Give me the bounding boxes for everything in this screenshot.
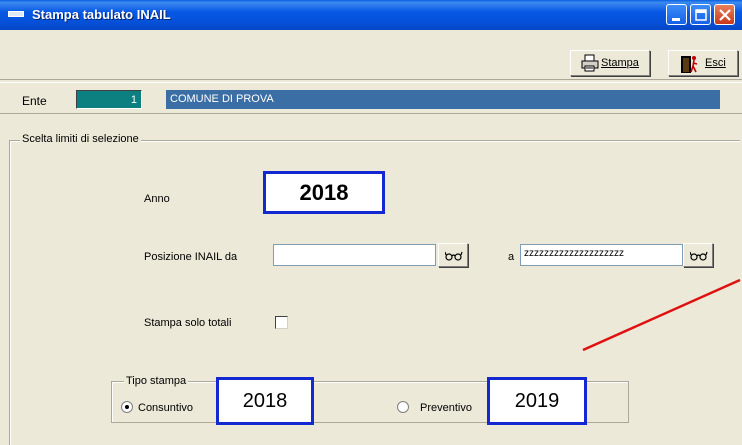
stampa-solo-totali-label: Stampa solo totali <box>144 317 232 329</box>
app-icon <box>8 11 24 17</box>
esci-button[interactable]: Esci <box>668 50 738 76</box>
selection-group-label: Scelta limiti di selezione <box>20 133 141 145</box>
stampa-solo-totali-checkbox[interactable] <box>275 316 288 329</box>
maximize-icon <box>695 9 707 21</box>
ente-row: Ente 1 COMUNE DI PROVA <box>0 82 742 114</box>
posizione-from-input[interactable] <box>273 244 436 266</box>
consuntivo-radio[interactable] <box>121 401 133 413</box>
ente-code-field[interactable]: 1 <box>76 90 142 109</box>
anno-field[interactable]: 2018 <box>263 171 385 214</box>
window-title: Stampa tabulato INAIL <box>32 7 171 22</box>
posizione-from-lookup-button[interactable] <box>438 243 468 267</box>
esci-label: Esci <box>705 57 726 69</box>
posizione-to-input[interactable]: zzzzzzzzzzzzzzzzzzzz <box>520 244 683 266</box>
ente-name-field: COMUNE DI PROVA <box>166 90 720 109</box>
glasses-icon <box>445 251 463 261</box>
consuntivo-year-annotation: 2018 <box>216 377 314 425</box>
title-bar: Stampa tabulato INAIL <box>0 0 742 30</box>
close-button[interactable] <box>714 4 735 25</box>
annotation-arrow <box>582 278 741 352</box>
stampa-label: Stampa <box>601 57 639 69</box>
minimize-button[interactable] <box>666 4 687 25</box>
printer-icon <box>581 54 599 72</box>
stampa-button[interactable]: Stampa <box>570 50 650 76</box>
preventivo-radio[interactable] <box>397 401 409 413</box>
glasses-icon <box>690 251 708 261</box>
preventivo-label: Preventivo <box>420 402 472 414</box>
preventivo-year-annotation: 2019 <box>487 377 587 425</box>
toolbar: Stampa Esci <box>0 30 742 80</box>
tipo-stampa-label: Tipo stampa <box>124 375 189 387</box>
close-icon <box>719 9 731 21</box>
posizione-to-lookup-button[interactable] <box>683 243 713 267</box>
exit-door-icon <box>681 56 698 73</box>
posizione-inail-label: Posizione INAIL da <box>144 251 238 263</box>
anno-label: Anno <box>144 193 170 205</box>
maximize-button[interactable] <box>690 4 711 25</box>
a-label: a <box>508 251 515 263</box>
consuntivo-label: Consuntivo <box>138 402 194 414</box>
ente-label: Ente <box>22 94 47 108</box>
minimize-icon <box>672 18 680 21</box>
